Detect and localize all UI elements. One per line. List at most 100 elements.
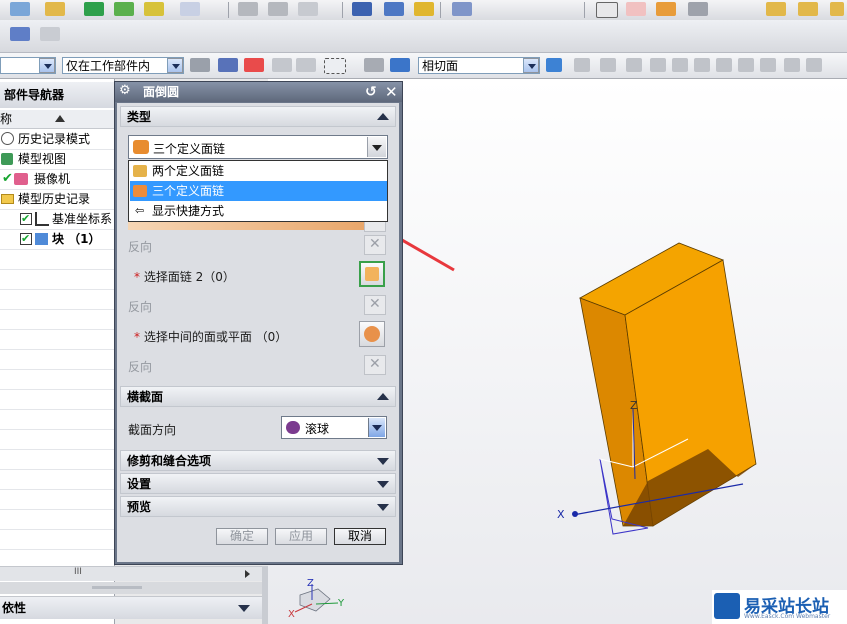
assembly2-icon[interactable] bbox=[798, 2, 818, 16]
selection-toolbar: 仅在工作部件内 相切面 bbox=[0, 53, 847, 79]
layer-icon[interactable] bbox=[10, 27, 30, 41]
section-trim-header[interactable]: 修剪和缝合选项 bbox=[120, 450, 396, 471]
assembly3-icon[interactable] bbox=[830, 2, 844, 16]
type-select[interactable]: 三个定义面链 bbox=[128, 135, 388, 159]
scroll-right-arrow[interactable] bbox=[245, 570, 250, 578]
section-combo[interactable]: 相切面 bbox=[418, 57, 540, 74]
snap-quadrant-icon[interactable] bbox=[738, 58, 754, 72]
nav-item-block[interactable]: ✔ 块 （1） bbox=[0, 229, 114, 250]
expand-icon[interactable] bbox=[377, 458, 389, 465]
snap-arc-icon[interactable] bbox=[716, 58, 732, 72]
section-preview-header[interactable]: 预览 bbox=[120, 496, 396, 517]
checkbox[interactable]: ✔ bbox=[20, 213, 32, 225]
collapse-icon[interactable] bbox=[377, 393, 389, 400]
collapse-icon[interactable] bbox=[377, 113, 389, 120]
sort-icon[interactable] bbox=[55, 115, 65, 122]
table-icon[interactable] bbox=[626, 2, 646, 16]
nav-item-history-mode[interactable]: 历史记录模式 bbox=[0, 129, 114, 150]
pencil-icon[interactable] bbox=[384, 2, 404, 16]
nav-empty-row bbox=[0, 289, 114, 310]
clock-icon bbox=[1, 132, 14, 145]
gear-icon[interactable]: ⚙ bbox=[119, 83, 133, 98]
check-green-icon[interactable] bbox=[84, 2, 104, 16]
nav-empty-row bbox=[0, 409, 114, 430]
check-multi-icon[interactable] bbox=[114, 2, 134, 16]
snap-intersect-icon[interactable] bbox=[694, 58, 710, 72]
dialog-titlebar[interactable]: ⚙ 面倒圆 ↺ ✕ bbox=[115, 82, 402, 102]
filter-combo[interactable] bbox=[0, 57, 56, 74]
assembly-icon[interactable] bbox=[766, 2, 786, 16]
snap-oncurve-icon[interactable] bbox=[784, 58, 800, 72]
dropdown-option-three-chains[interactable]: 三个定义面链 bbox=[130, 181, 387, 201]
snap-surface-icon[interactable] bbox=[806, 58, 822, 72]
nav-item-model-history[interactable]: 模型历史记录 bbox=[0, 189, 114, 210]
snap-icon[interactable] bbox=[218, 58, 238, 72]
section-cross-section-header[interactable]: 横截面 bbox=[120, 386, 396, 407]
ok-button[interactable]: 确定 bbox=[216, 528, 268, 545]
close-icon[interactable]: ✕ bbox=[385, 82, 401, 102]
nav-item-model-views[interactable]: 模型视图 bbox=[0, 149, 114, 170]
pointer-icon[interactable] bbox=[272, 58, 292, 72]
add-icon[interactable] bbox=[656, 2, 676, 16]
face-chain-icon bbox=[133, 140, 149, 154]
snap-mid-icon[interactable] bbox=[650, 58, 666, 72]
checkbox[interactable]: ✔ bbox=[20, 233, 32, 245]
required-marker: * bbox=[134, 270, 140, 284]
hide-icon[interactable] bbox=[364, 58, 384, 72]
reset-icon[interactable]: ↺ bbox=[365, 82, 381, 102]
three-chain-icon bbox=[133, 185, 147, 197]
expand-icon[interactable] bbox=[377, 481, 389, 488]
snap-end-icon[interactable] bbox=[626, 58, 642, 72]
rect-select-icon[interactable] bbox=[324, 58, 346, 74]
nav-item-camera[interactable]: ✔ 摄像机 bbox=[0, 169, 114, 190]
select-middle-button[interactable] bbox=[359, 321, 385, 347]
snap-center-icon[interactable] bbox=[600, 58, 616, 72]
paint-icon[interactable] bbox=[298, 2, 318, 16]
axis-icon[interactable] bbox=[40, 27, 60, 41]
reverse-direction-3-button[interactable]: ✕ bbox=[364, 355, 386, 375]
check-yellow-icon[interactable] bbox=[144, 2, 164, 16]
curve-icon[interactable] bbox=[238, 2, 258, 16]
coin-icon[interactable] bbox=[414, 2, 434, 16]
wrench-icon[interactable] bbox=[452, 2, 472, 16]
splitter[interactable] bbox=[0, 582, 262, 594]
expand-icon[interactable] bbox=[377, 504, 389, 511]
triangle-icon[interactable] bbox=[596, 2, 618, 18]
snap-existing-icon[interactable] bbox=[760, 58, 776, 72]
dropdown-option-two-chains[interactable]: 两个定义面链 bbox=[130, 161, 387, 181]
dependency-panel-header[interactable]: 依性 bbox=[0, 596, 262, 619]
menu-icon[interactable] bbox=[10, 2, 30, 16]
apply-button[interactable]: 应用 bbox=[275, 528, 327, 545]
snap-control-icon[interactable] bbox=[672, 58, 688, 72]
scope-combo[interactable]: 仅在工作部件内 bbox=[62, 57, 184, 74]
z-axis-label: Z bbox=[630, 399, 638, 412]
add-point-icon[interactable] bbox=[244, 58, 264, 72]
section-preview-title: 预览 bbox=[127, 500, 152, 514]
scroll-thumb-marker[interactable]: III bbox=[74, 567, 82, 577]
section-direction-select[interactable]: 滚球 bbox=[281, 416, 387, 439]
select-chain2-button[interactable] bbox=[359, 261, 385, 287]
section-settings-header[interactable]: 设置 bbox=[120, 473, 396, 494]
selection-filter-icon[interactable] bbox=[190, 58, 210, 72]
nav-empty-row bbox=[0, 469, 114, 490]
cancel-button[interactable]: 取消 bbox=[334, 528, 386, 545]
navigator-hscrollbar[interactable]: III bbox=[0, 566, 262, 581]
body-icon[interactable] bbox=[390, 58, 410, 72]
dropdown-option-show-shortcuts[interactable]: ⇦ 显示快捷方式 bbox=[130, 201, 387, 221]
lasso-icon[interactable] bbox=[296, 58, 316, 72]
navigator-column-header[interactable]: 称 bbox=[0, 110, 114, 129]
expand-icon[interactable] bbox=[238, 605, 250, 612]
snap-point-icon[interactable] bbox=[574, 58, 590, 72]
required-marker: * bbox=[134, 330, 140, 344]
middle-face-icon bbox=[364, 326, 380, 342]
sketch-icon[interactable] bbox=[45, 2, 65, 16]
nav-item-datum-csys[interactable]: ✔ 基准坐标系 bbox=[0, 209, 114, 230]
text-icon[interactable] bbox=[180, 2, 200, 16]
section-type-header[interactable]: 类型 bbox=[120, 106, 396, 127]
gears-icon[interactable] bbox=[688, 2, 708, 16]
arrow-right-icon[interactable] bbox=[546, 58, 562, 72]
reverse-direction-1-button[interactable]: ✕ bbox=[364, 235, 386, 255]
database-icon[interactable] bbox=[352, 2, 372, 16]
reverse-direction-2-button[interactable]: ✕ bbox=[364, 295, 386, 315]
spline-icon[interactable] bbox=[268, 2, 288, 16]
